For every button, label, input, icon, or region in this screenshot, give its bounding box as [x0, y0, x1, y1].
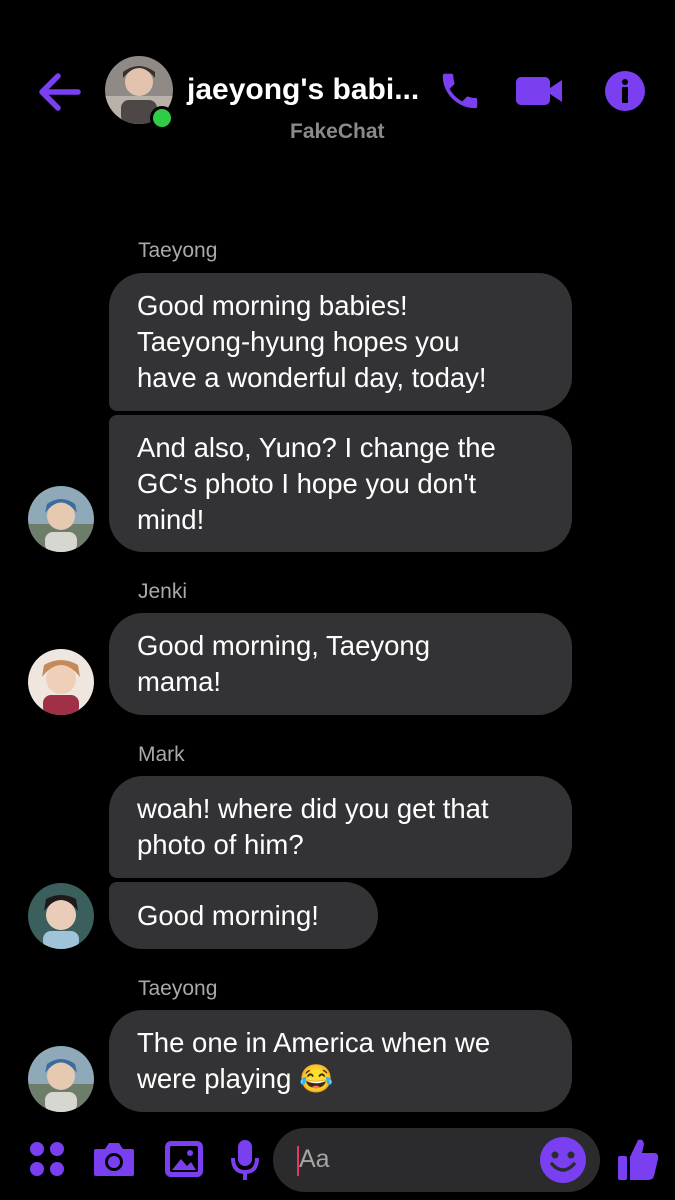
- sender-name: Mark: [138, 743, 185, 766]
- sender-name: Jenki: [138, 580, 188, 603]
- menu-dots-icon[interactable]: [28, 1140, 66, 1178]
- chat-title[interactable]: jaeyong's babi...: [187, 73, 419, 107]
- message-bubble[interactable]: And also, Yuno? I change the GC's photo …: [109, 415, 572, 552]
- online-status-dot: [150, 106, 174, 130]
- phone-icon[interactable]: [437, 68, 483, 114]
- emoji-icon[interactable]: [539, 1136, 587, 1184]
- message-input[interactable]: Aa: [273, 1128, 600, 1192]
- sender-name: Taeyong: [138, 239, 218, 262]
- back-arrow-icon[interactable]: [36, 70, 82, 114]
- message-bubble[interactable]: woah! where did you get that photo of hi…: [109, 776, 572, 878]
- message-bubble[interactable]: The one in America when we were playing …: [109, 1010, 572, 1112]
- avatar[interactable]: [28, 883, 94, 949]
- avatar[interactable]: [28, 486, 94, 552]
- message-bubble[interactable]: Good morning babies! Taeyong-hyung hopes…: [109, 273, 572, 411]
- chat-subtitle: FakeChat: [290, 120, 385, 143]
- avatar[interactable]: [28, 649, 94, 715]
- message-bubble[interactable]: Good morning, Taeyong mama!: [109, 613, 572, 715]
- sender-name: Taeyong: [138, 977, 218, 1000]
- chat-header: jaeyong's babi... FakeChat: [0, 0, 675, 160]
- gallery-icon[interactable]: [163, 1139, 205, 1179]
- message-bubble[interactable]: Good morning!: [109, 882, 378, 949]
- info-icon[interactable]: [604, 70, 646, 112]
- thumbs-up-icon[interactable]: [616, 1136, 660, 1182]
- video-camera-icon[interactable]: [514, 74, 564, 108]
- microphone-icon[interactable]: [230, 1138, 260, 1182]
- avatar[interactable]: [28, 1046, 94, 1112]
- camera-icon[interactable]: [92, 1140, 136, 1178]
- message-input-placeholder: Aa: [299, 1145, 330, 1173]
